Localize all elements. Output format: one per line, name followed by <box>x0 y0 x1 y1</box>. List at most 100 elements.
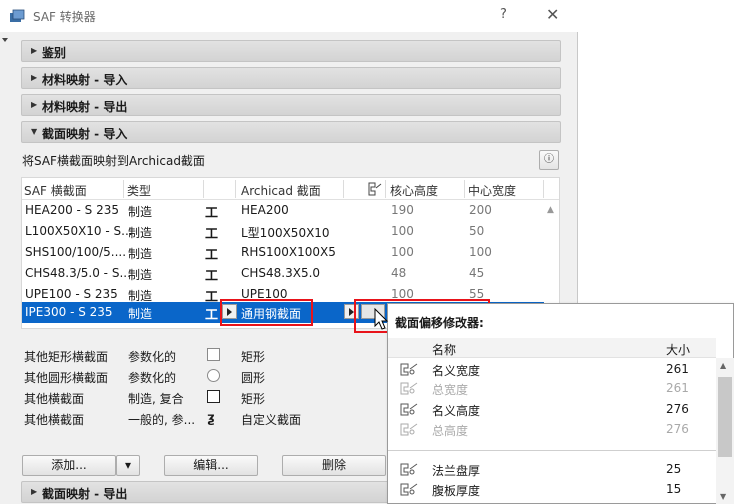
window-title: SAF 转换器 <box>33 10 96 24</box>
col-core-height[interactable]: 核心高度 <box>390 182 438 199</box>
section-material-export[interactable]: ▶ 材料映射 - 导出 <box>21 94 561 116</box>
other-profile-row[interactable]: 其他矩形横截面 参数化的 矩形 <box>24 348 324 364</box>
offset-param-icon <box>400 403 418 416</box>
custom-profile-icon: ƺ <box>207 411 215 426</box>
table-row[interactable]: HEA200 - S 235 制造 工 HEA200 190 200 <box>22 200 544 221</box>
section-label: 材料映射 - 导出 <box>42 100 128 114</box>
add-button[interactable]: 添加... <box>22 455 116 476</box>
app-icon <box>10 9 25 22</box>
steel-profile-icon: 工 <box>205 248 219 263</box>
offset-param-icon <box>400 363 418 376</box>
section-material-import[interactable]: ▶ 材料映射 - 导入 <box>21 67 561 89</box>
scroll-up-icon[interactable]: ▲ <box>720 361 726 370</box>
rectangle-profile-icon <box>207 348 220 361</box>
scroll-up-icon[interactable]: ▲ <box>547 205 554 215</box>
modifier-row[interactable]: 总宽度 261 <box>388 378 716 398</box>
table-row[interactable]: SHS100/100/5.... 制造 工 RHS100X100X5 100 1… <box>22 242 544 263</box>
expand-arrow-icon: ▶ <box>31 46 38 55</box>
offset-param-icon <box>400 463 418 476</box>
popup-divider <box>388 450 716 451</box>
rectangle-profile-icon <box>207 390 220 403</box>
cell-core-height: 48 <box>391 266 407 280</box>
section-label: 截面映射 - 导入 <box>42 127 128 141</box>
scroll-down-icon[interactable]: ▼ <box>720 492 726 501</box>
cell-saf: CHS48.3/5.0 - S... <box>25 266 131 280</box>
col-size: 大小 <box>666 343 691 357</box>
help-button[interactable]: ? <box>500 7 507 22</box>
col-center-width[interactable]: 中心宽度 <box>468 182 516 199</box>
cell-archicad: HEA200 <box>241 203 289 217</box>
other-profile-row[interactable]: 其他横截面 一般的, 参... ƺ 自定义截面 <box>24 411 324 427</box>
modifier-name: 总高度 <box>432 424 469 438</box>
edit-button[interactable]: 编辑... <box>164 455 258 476</box>
col-type[interactable]: 类型 <box>127 182 151 199</box>
cell-saf: HEA200 - S 235 <box>25 203 120 217</box>
cell-saf: L100X50X10 - S... <box>25 224 133 238</box>
modifier-row[interactable]: 名义宽度 261 <box>388 359 716 379</box>
section-label: 鉴别 <box>42 46 67 60</box>
modifier-value: 261 <box>666 362 689 376</box>
expand-arrow-icon: ▶ <box>31 487 38 496</box>
cell-saf: UPE100 - S 235 <box>25 287 118 301</box>
info-icon[interactable]: ⓘ <box>539 150 559 170</box>
other-type: 一般的, 参... <box>128 413 196 427</box>
modifier-value: 15 <box>666 482 682 496</box>
other-profile-row[interactable]: 其他横截面 制造, 复合 矩形 <box>24 390 324 406</box>
table-header: SAF 横截面 类型 Archicad 截面 核心高度 中心宽度 <box>22 178 559 200</box>
modifier-value: 261 <box>666 381 689 395</box>
other-name: 其他圆形横截面 <box>24 371 109 385</box>
modifier-name: 总宽度 <box>432 383 469 397</box>
other-archicad: 圆形 <box>241 371 266 385</box>
other-type: 参数化的 <box>128 350 177 364</box>
modifier-row[interactable]: 腹板厚度 15 <box>388 479 716 504</box>
modifier-row[interactable]: 法兰盘厚 25 <box>388 459 716 479</box>
col-archicad-profile[interactable]: Archicad 截面 <box>241 182 321 199</box>
expand-arrow-icon: ▶ <box>31 100 38 109</box>
cell-type: 制造 <box>128 268 153 282</box>
cell-archicad: CHS48.3X5.0 <box>241 266 321 280</box>
other-profile-row[interactable]: 其他圆形横截面 参数化的 圆形 <box>24 369 324 385</box>
delete-button[interactable]: 删除 <box>282 455 386 476</box>
popup-scroll-thumb[interactable] <box>718 377 732 457</box>
modifier-row[interactable]: 总高度 276 <box>388 419 716 439</box>
mouse-cursor-icon <box>374 308 389 330</box>
cell-center-width: 100 <box>469 245 492 259</box>
section-identification[interactable]: ▶ 鉴别 <box>21 40 561 62</box>
steel-profile-icon: 工 <box>205 227 219 242</box>
highlight-box-profile <box>220 299 313 326</box>
section-label: 截面映射 - 导出 <box>42 487 128 501</box>
close-button[interactable]: ✕ <box>546 5 559 24</box>
collapse-arrow-icon: ▼ <box>31 127 38 136</box>
steel-profile-icon: 工 <box>205 206 219 221</box>
collapse-handle-icon[interactable] <box>2 38 8 42</box>
other-name: 其他横截面 <box>24 392 85 406</box>
modifier-row[interactable]: 名义高度 276 <box>388 399 716 419</box>
offset-param-icon <box>400 483 418 496</box>
cell-saf: IPE300 - S 235 <box>25 305 113 319</box>
circle-profile-icon <box>207 369 220 382</box>
cell-archicad: L型100X50X10 <box>241 226 330 240</box>
offset-param-icon <box>400 382 418 395</box>
section-label: 材料映射 - 导入 <box>42 73 128 87</box>
steel-profile-icon: 工 <box>205 308 219 323</box>
other-type: 制造, 复合 <box>128 392 184 406</box>
modifier-value: 276 <box>666 422 689 436</box>
table-row[interactable]: CHS48.3/5.0 - S... 制造 工 CHS48.3X5.0 48 4… <box>22 263 544 284</box>
modifier-value: 276 <box>666 402 689 416</box>
section-profile-import[interactable]: ▼ 截面映射 - 导入 <box>21 121 561 143</box>
modifier-name: 法兰盘厚 <box>432 464 481 478</box>
mapping-description: 将SAF横截面映射到Archicad截面 <box>22 154 205 168</box>
cell-type: 制造 <box>128 247 153 261</box>
offset-modifier-popup: 截面偏移修改器: 名称 大小 名义宽度 261 总宽度 261 名义高度 276… <box>387 303 734 504</box>
offset-param-icon <box>400 423 418 436</box>
cell-core-height: 100 <box>391 224 414 238</box>
cell-center-width: 50 <box>469 224 485 238</box>
col-saf-profile[interactable]: SAF 横截面 <box>24 182 87 199</box>
add-dropdown-button[interactable]: ▾ <box>116 455 140 476</box>
table-row[interactable]: L100X50X10 - S... 制造 工 L型100X50X10 100 5… <box>22 221 544 242</box>
other-archicad: 矩形 <box>241 392 266 406</box>
cell-saf: SHS100/100/5.... <box>25 245 127 259</box>
popup-header: 名称 大小 <box>388 338 716 358</box>
cell-type: 制造 <box>128 226 153 240</box>
modifier-name: 腹板厚度 <box>432 484 481 498</box>
